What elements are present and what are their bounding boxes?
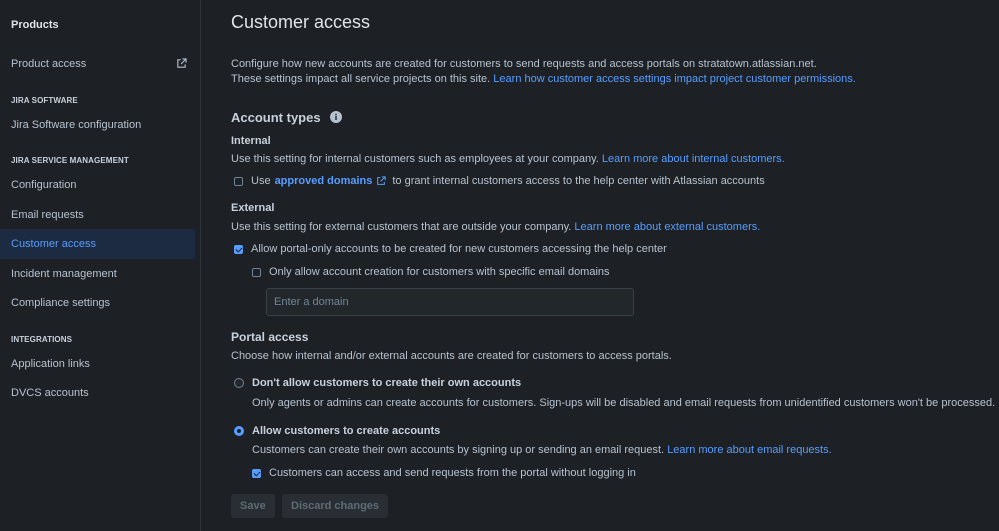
no-login-label: Customers can access and send requests f… (269, 467, 636, 479)
account-types-title: Account types (231, 110, 321, 125)
sidebar-item-label: Application links (11, 358, 90, 370)
sidebar-item-label: Jira Software configuration (11, 119, 142, 131)
portal-access-description: Choose how internal and/or external acco… (231, 350, 672, 362)
sidebar: Products Product access JIRA SOFTWARE Ji… (0, 0, 201, 531)
sidebar-products-heading: Products (11, 19, 59, 31)
sidebar-item-label: Configuration (11, 179, 77, 191)
approved-domains-checkbox[interactable] (234, 176, 243, 186)
internal-text: Use this setting for internal customers … (231, 153, 599, 165)
description-line-1: Configure how new accounts are created f… (231, 58, 817, 70)
disallow-radio[interactable] (234, 378, 244, 388)
allow-description: Customers can create their own accounts … (252, 444, 832, 456)
email-requests-link[interactable]: Learn more about email requests. (667, 444, 831, 456)
sidebar-section-integrations: INTEGRATIONS (11, 335, 73, 344)
page-description: Configure how new accounts are created f… (231, 57, 856, 87)
domains-only-row: Only allow account creation for customer… (252, 266, 610, 278)
sidebar-item-label: Incident management (11, 268, 117, 280)
internal-description: Use this setting for internal customers … (231, 153, 785, 165)
portal-only-row: Allow portal-only accounts to be created… (234, 243, 667, 255)
allow-label: Allow customers to create accounts (252, 425, 441, 437)
sidebar-item-email-requests[interactable]: Email requests (0, 200, 195, 230)
sidebar-item-compliance-settings[interactable]: Compliance settings (0, 288, 195, 318)
sidebar-item-label: Product access (11, 58, 87, 70)
page-title: Customer access (231, 12, 371, 32)
domains-only-checkbox[interactable] (252, 267, 261, 277)
disallow-option: Don't allow customers to create their ow… (234, 377, 521, 389)
approved-domains-suffix: to grant internal customers access to th… (392, 175, 765, 187)
allow-text: Customers can create their own accounts … (252, 444, 665, 456)
domain-input[interactable] (266, 288, 634, 316)
approved-domains-prefix: Use (251, 175, 271, 187)
sidebar-item-label: Email requests (11, 209, 84, 221)
no-login-row: Customers can access and send requests f… (252, 467, 636, 479)
info-icon[interactable] (330, 111, 343, 123)
sidebar-item-label: Customer access (11, 238, 96, 250)
account-types-heading: Account types (231, 110, 343, 125)
sidebar-item-dvcs-accounts[interactable]: DVCS accounts (0, 378, 195, 408)
external-heading: External (231, 202, 275, 214)
allow-radio[interactable] (234, 426, 244, 436)
external-link-icon (377, 176, 387, 185)
portal-only-checkbox[interactable] (234, 244, 243, 254)
customer-permissions-link[interactable]: Learn how customer access settings impac… (493, 73, 856, 85)
allow-option: Allow customers to create accounts (234, 425, 440, 437)
sidebar-item-customer-access[interactable]: Customer access (0, 229, 195, 259)
sidebar-item-jira-software-configuration[interactable]: Jira Software configuration (0, 110, 195, 140)
save-button[interactable]: Save (231, 494, 275, 518)
approved-domains-link[interactable]: approved domains (275, 175, 373, 187)
domains-only-label: Only allow account creation for customer… (269, 266, 610, 278)
sidebar-item-product-access[interactable]: Product access (0, 49, 195, 79)
sidebar-item-application-links[interactable]: Application links (0, 349, 195, 379)
external-link-icon (177, 58, 187, 68)
external-customers-link[interactable]: Learn more about external customers. (574, 221, 760, 233)
discard-changes-button[interactable]: Discard changes (282, 494, 389, 518)
sidebar-item-incident-management[interactable]: Incident management (0, 259, 195, 289)
sidebar-section-jira-service-management: JIRA SERVICE MANAGEMENT (11, 156, 129, 165)
sidebar-item-label: DVCS accounts (11, 387, 89, 399)
external-text: Use this setting for external customers … (231, 221, 572, 233)
portal-access-heading: Portal access (231, 330, 309, 344)
sidebar-item-label: Compliance settings (11, 297, 111, 309)
internal-customers-link[interactable]: Learn more about internal customers. (602, 153, 785, 165)
external-description: Use this setting for external customers … (231, 221, 760, 233)
approved-domains-row: Use approved domains to grant internal c… (234, 175, 765, 187)
portal-only-label: Allow portal-only accounts to be created… (251, 243, 667, 255)
no-login-checkbox[interactable] (252, 468, 261, 478)
description-line-2: These settings impact all service projec… (231, 72, 856, 87)
disallow-description: Only agents or admins can create account… (252, 397, 996, 409)
sidebar-item-configuration[interactable]: Configuration (0, 170, 195, 200)
sidebar-section-jira-software: JIRA SOFTWARE (11, 96, 78, 105)
internal-heading: Internal (231, 135, 271, 147)
description-text: These settings impact all service projec… (231, 73, 491, 85)
disallow-label: Don't allow customers to create their ow… (252, 377, 522, 389)
